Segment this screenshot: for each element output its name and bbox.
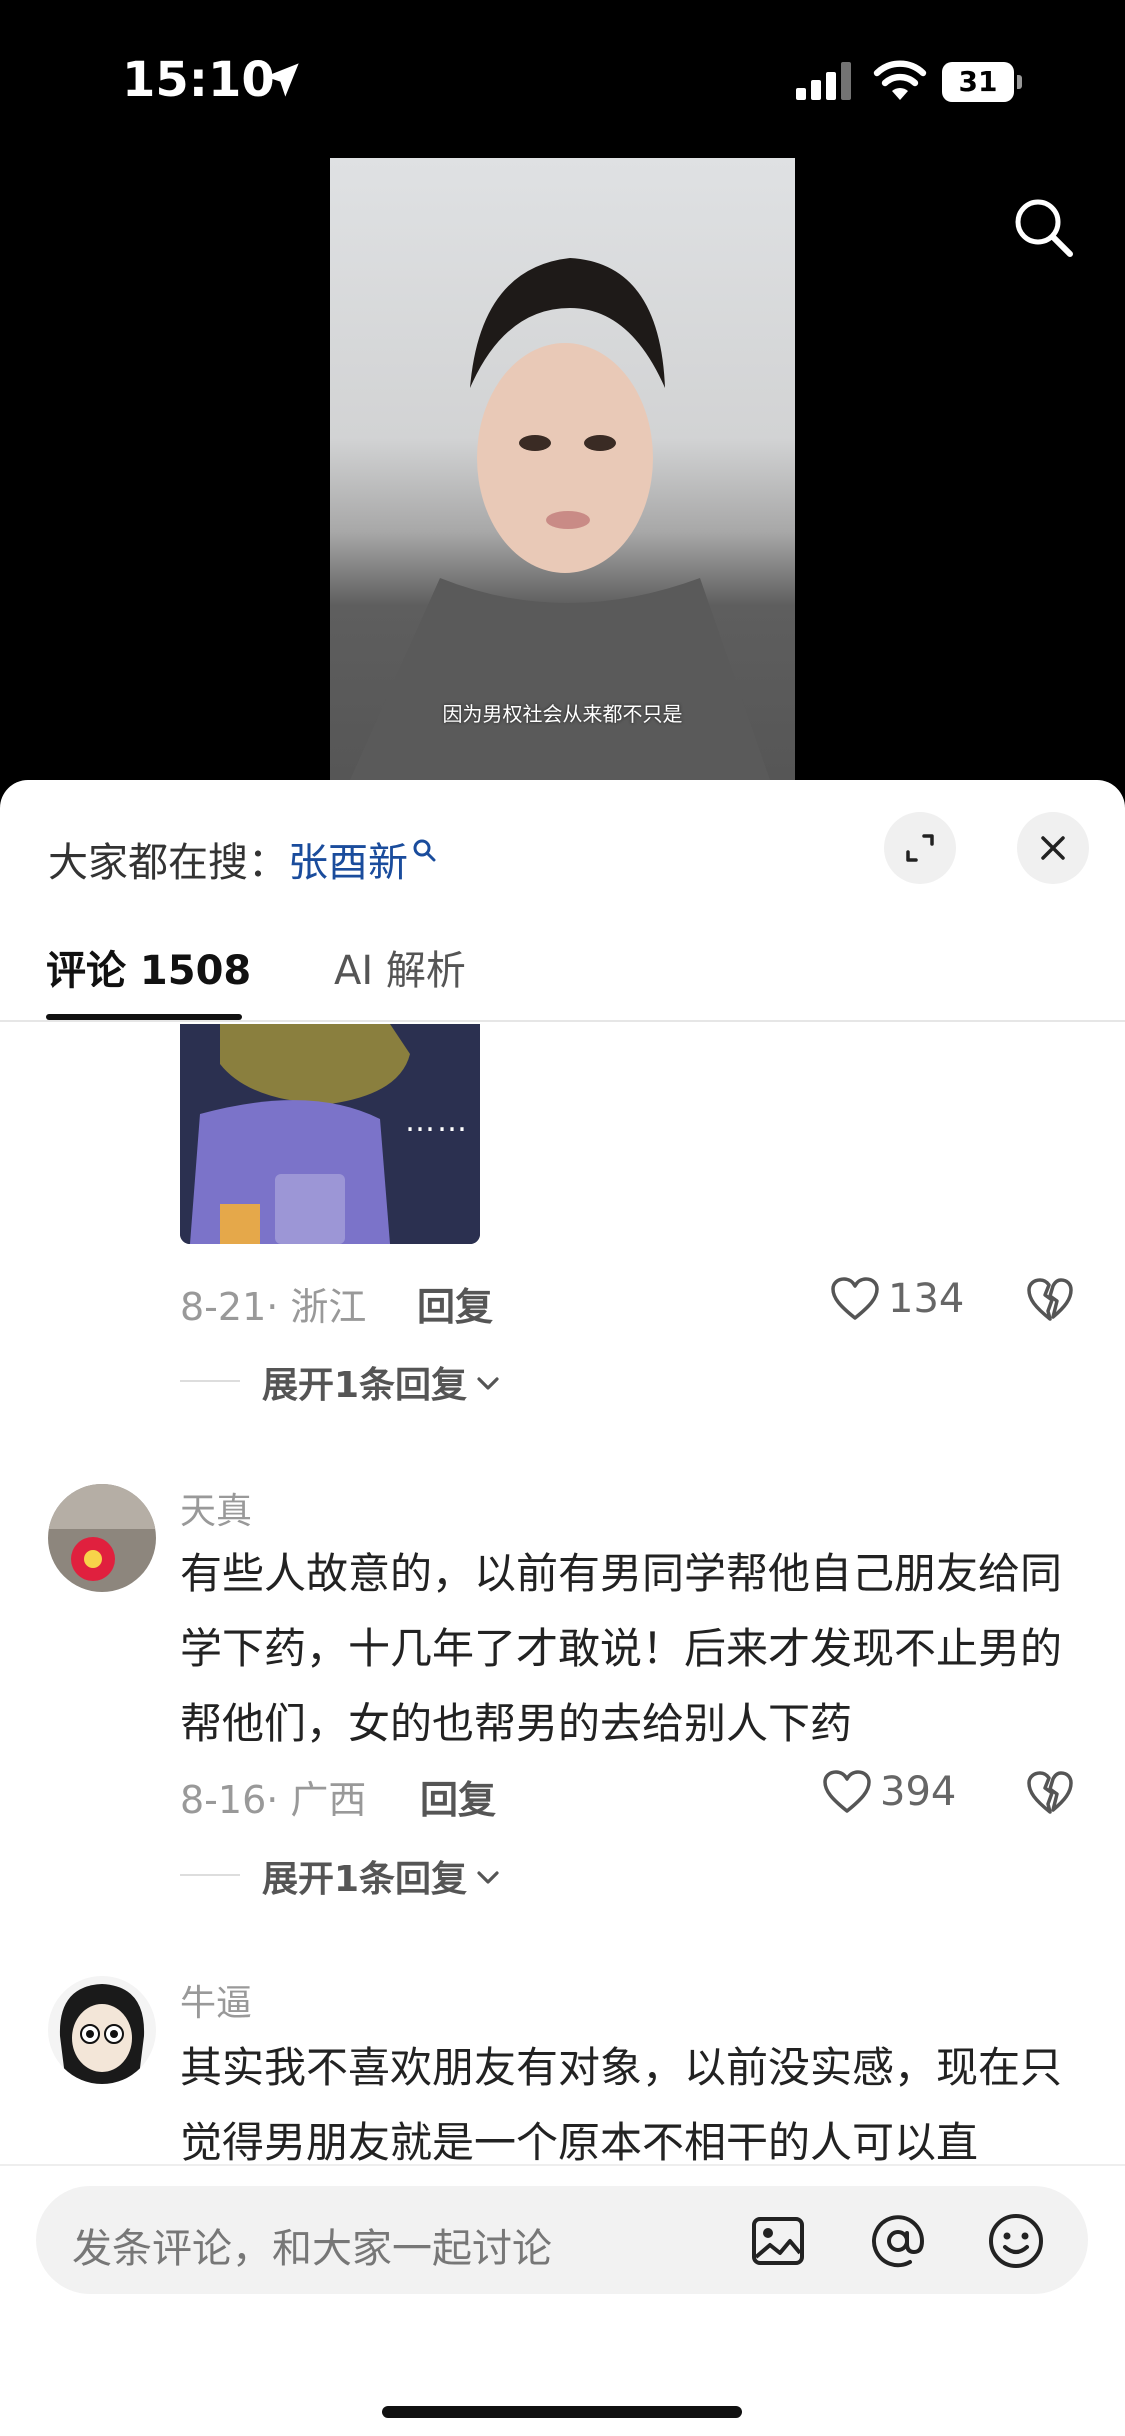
- avatar-image: [48, 1484, 156, 1592]
- like-count: 134: [888, 1276, 965, 1322]
- heart-icon[interactable]: [822, 1769, 872, 1815]
- expand-button[interactable]: [884, 812, 956, 884]
- expand-divider: [180, 1380, 240, 1382]
- wifi-icon: [873, 60, 927, 100]
- status-bar: 15:10 31: [0, 0, 1125, 160]
- reply-button[interactable]: 回复: [417, 1276, 493, 1331]
- tab-active-indicator: [46, 1014, 242, 1020]
- comment-input-placeholder: 发条评论，和大家一起讨论: [72, 2226, 552, 2272]
- image-icon[interactable]: [748, 2211, 808, 2271]
- chevron-down-icon: [477, 1871, 499, 1884]
- expand-replies-label: 展开1条回复: [262, 1859, 468, 1900]
- comment-date-location: 8-16· 广西: [180, 1778, 367, 1822]
- video-subtitle: 因为男权社会从来都不只是: [442, 702, 683, 726]
- expand-icon: [906, 834, 934, 862]
- hot-search-prefix: 大家都在搜：: [48, 840, 288, 886]
- comment-date-location: 8-21· 浙江: [180, 1285, 367, 1329]
- comment-image[interactable]: ……: [180, 1024, 480, 1244]
- status-time: 15:10: [122, 52, 275, 108]
- expand-replies-button[interactable]: 展开1条回复: [262, 1356, 499, 1408]
- comment-text: 有些人故意的，以前有男同学帮他自己朋友给同学下药，十几年了才敢说！后来才发现不止…: [180, 1549, 1063, 1748]
- video-frame: [350, 258, 770, 780]
- battery-level: 31: [942, 62, 1014, 102]
- comment-input-bar: 发条评论，和大家一起讨论: [0, 2164, 1125, 2436]
- comment-username[interactable]: 天真: [180, 1482, 252, 1534]
- comment-username[interactable]: 牛逼: [180, 1974, 252, 2026]
- tab-bar: 评论 1508 AI 解析: [0, 930, 1125, 1022]
- expand-replies-button[interactable]: 展开1条回复: [262, 1850, 499, 1902]
- hot-search[interactable]: 大家都在搜：张酉新: [48, 830, 436, 888]
- battery-indicator: 31: [942, 62, 1022, 102]
- chevron-down-icon: [477, 1377, 499, 1390]
- tab-ai-analysis[interactable]: AI 解析: [334, 938, 466, 996]
- close-icon: [1041, 836, 1065, 860]
- hot-search-term[interactable]: 张酉新: [288, 840, 408, 886]
- close-button[interactable]: [1017, 812, 1089, 884]
- expand-replies-label: 展开1条回复: [262, 1365, 468, 1406]
- emoji-icon[interactable]: [986, 2211, 1046, 2271]
- location-arrow-icon: [265, 63, 299, 97]
- battery-tip: [1017, 75, 1022, 89]
- heart-icon[interactable]: [830, 1276, 880, 1322]
- reply-button[interactable]: 回复: [420, 1769, 496, 1824]
- comment-list[interactable]: …… 8-21· 浙江 回复 134 展开1条回复 天真 有些人故意的，以前有男…: [0, 1024, 1125, 2164]
- like-count: 394: [880, 1769, 957, 1815]
- cellular-signal-icon: [796, 62, 851, 100]
- broken-heart-icon[interactable]: [1026, 1770, 1074, 1816]
- tab-comments[interactable]: 评论 1508: [46, 938, 251, 996]
- comment-input[interactable]: 发条评论，和大家一起讨论: [36, 2186, 1088, 2294]
- broken-heart-icon[interactable]: [1026, 1277, 1074, 1323]
- search-small-icon: [413, 839, 436, 862]
- meme-caption: ……: [405, 1104, 469, 1139]
- home-indicator: [382, 2406, 742, 2418]
- search-icon[interactable]: [1008, 192, 1078, 262]
- comment-text: 其实我不喜欢朋友有对象，以前没实感，现在只觉得男朋友就是一个原本不相干的人可以直: [180, 2043, 1063, 2164]
- avatar[interactable]: [48, 1484, 156, 1592]
- comment-sheet: 大家都在搜：张酉新 评论 1508 AI 解析 …… 8-21· 浙江 回复 1…: [0, 780, 1125, 2436]
- at-icon[interactable]: [868, 2211, 928, 2271]
- expand-divider: [180, 1874, 240, 1876]
- video-player[interactable]: 因为男权社会从来都不只是: [330, 158, 795, 780]
- avatar[interactable]: [48, 1976, 156, 2084]
- avatar-image: [48, 1976, 156, 2084]
